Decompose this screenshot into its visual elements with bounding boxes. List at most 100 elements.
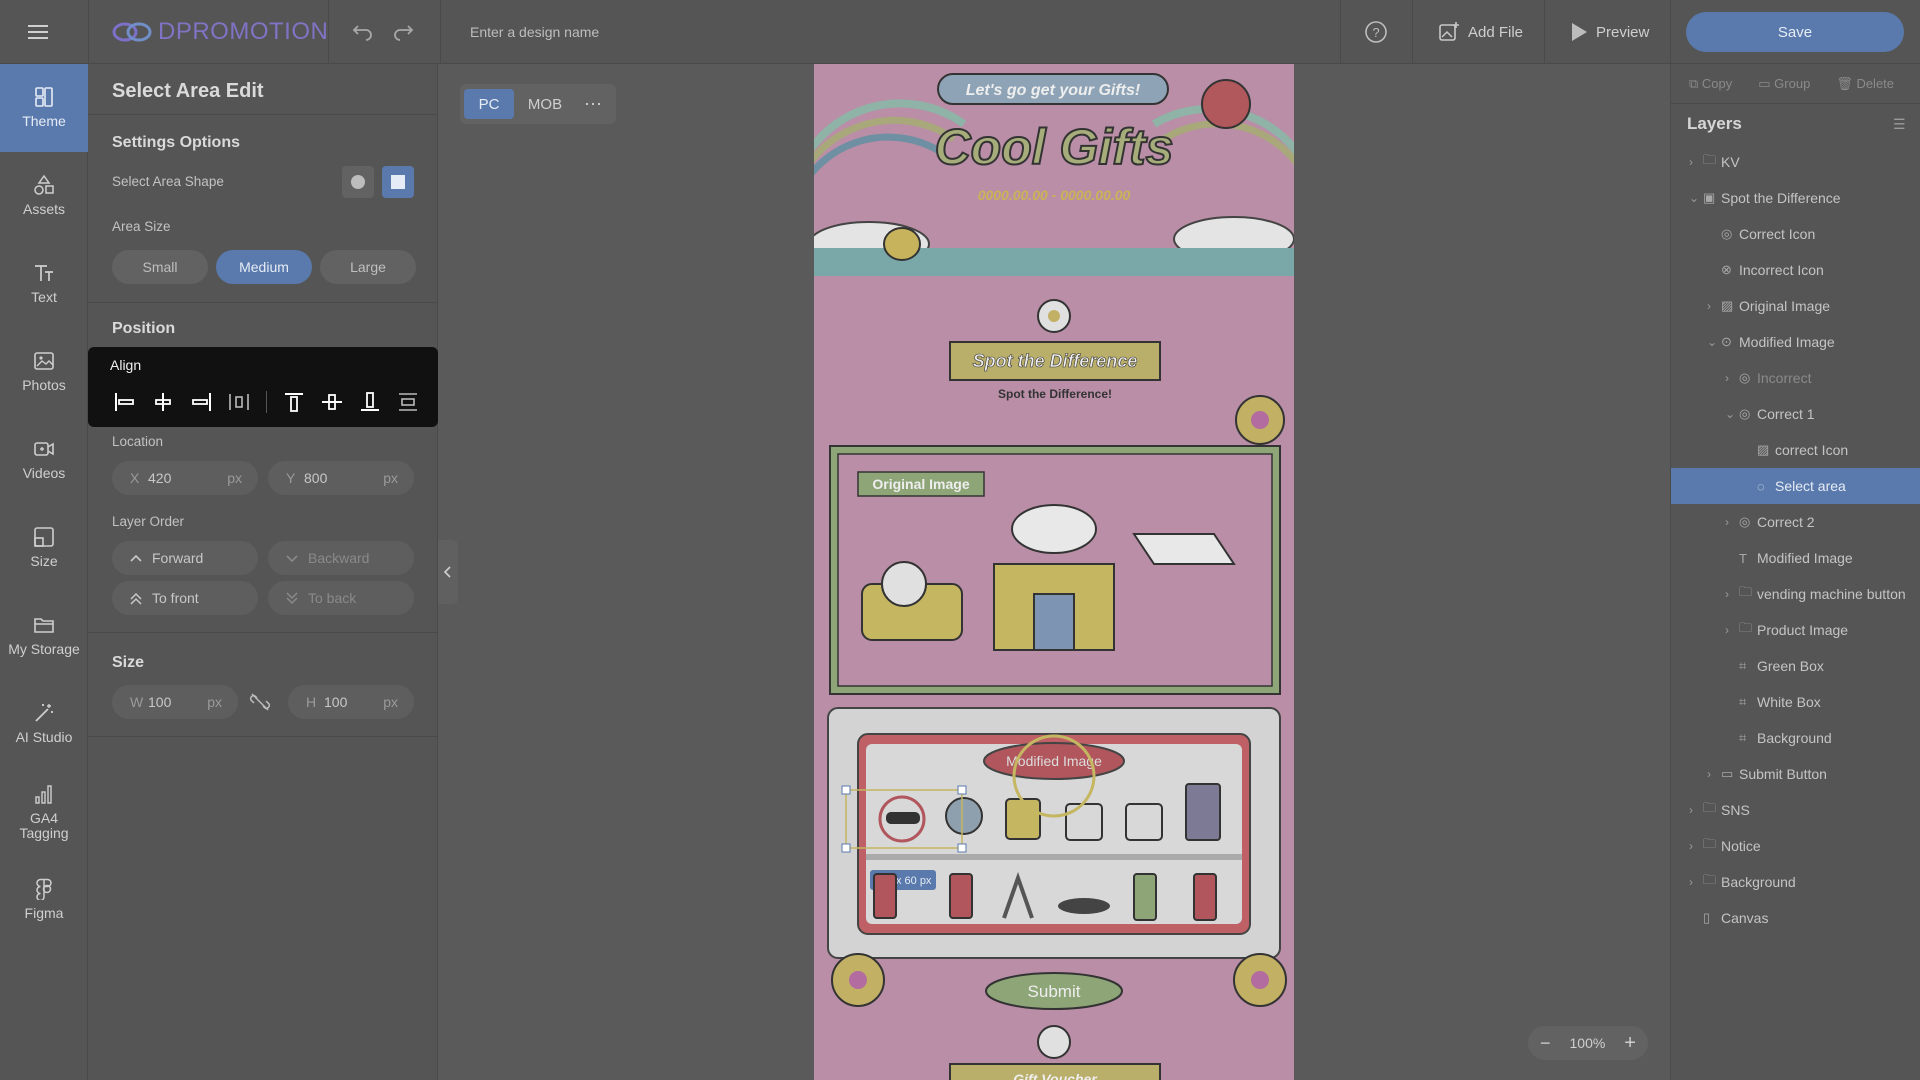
layer-item[interactable]: ⊗ Incorrect Icon (1671, 252, 1920, 288)
layer-item[interactable]: ⌄ ◎ Correct 1 (1671, 396, 1920, 432)
menu-icon[interactable] (28, 0, 60, 64)
layer-item[interactable]: ◎ Correct Icon (1671, 216, 1920, 252)
delete-button[interactable]: 🗑 Delete (1836, 76, 1894, 92)
play-icon (1572, 23, 1587, 41)
collapse-panel-handle[interactable] (438, 540, 458, 604)
layer-item[interactable]: › ▭ Submit Button (1671, 756, 1920, 792)
nav-label: GA4 Tagging (19, 809, 69, 841)
layer-item[interactable]: › 🗀 vending machine button (1671, 576, 1920, 612)
nav-figma[interactable]: Figma (0, 856, 88, 944)
distribute-vertical-icon[interactable] (397, 392, 419, 412)
chevron-right-icon[interactable]: › (1725, 587, 1739, 601)
size-small-button[interactable]: Small (112, 250, 208, 284)
square-shape-button[interactable] (382, 166, 414, 198)
tab-mob[interactable]: MOB (520, 89, 570, 119)
width-field[interactable]: W 100 px (112, 685, 238, 719)
assets-icon (34, 175, 54, 196)
layer-item[interactable]: T Modified Image (1671, 540, 1920, 576)
layer-item[interactable]: › 🗀 Notice (1671, 828, 1920, 864)
chevron-right-icon[interactable]: › (1725, 623, 1739, 637)
to-back-label: To back (308, 590, 357, 606)
layer-item[interactable]: › 🗀 Background (1671, 864, 1920, 900)
design-name-input[interactable]: Enter a design name (470, 0, 599, 64)
save-button[interactable]: Save (1686, 12, 1904, 52)
backward-button[interactable]: Backward (268, 541, 414, 575)
layer-item[interactable]: › 🗀 KV (1671, 144, 1920, 180)
to-front-button[interactable]: To front (112, 581, 258, 615)
zoom-out-icon[interactable]: − (1540, 1033, 1551, 1054)
align-left-icon[interactable] (114, 392, 136, 412)
chevron-right-icon[interactable]: › (1689, 155, 1703, 169)
preview-button[interactable]: Preview (1570, 0, 1649, 64)
x-field[interactable]: X 420 px (112, 461, 258, 495)
align-right-icon[interactable] (190, 392, 212, 412)
copy-button[interactable]: ⧉ Copy (1689, 76, 1732, 92)
group-button[interactable]: ▭ Group (1758, 76, 1810, 92)
help-icon[interactable]: ? (1364, 0, 1388, 64)
layer-item[interactable]: › 🗀 Product Image (1671, 612, 1920, 648)
to-back-button[interactable]: To back (268, 581, 414, 615)
nav-photos[interactable]: Photos (0, 328, 88, 416)
size-medium-button[interactable]: Medium (216, 250, 312, 284)
h-unit: px (383, 694, 398, 710)
chevron-down-icon[interactable]: ⌄ (1707, 335, 1721, 349)
chevron-right-icon[interactable]: › (1707, 299, 1721, 313)
nav-my-storage[interactable]: My Storage (0, 592, 88, 680)
align-top-icon[interactable] (283, 392, 305, 412)
layer-item[interactable]: ⌗ Green Box (1671, 648, 1920, 684)
layer-item[interactable]: › ▨ Original Image (1671, 288, 1920, 324)
nav-videos[interactable]: Videos (0, 416, 88, 504)
layer-item[interactable]: ⌄ ▣ Spot the Difference (1671, 180, 1920, 216)
left-nav: Theme Assets Text Photos Videos Size My … (0, 64, 88, 1080)
nav-label: Figma (24, 905, 64, 922)
forward-button[interactable]: Forward (112, 541, 258, 575)
tab-pc[interactable]: PC (464, 89, 514, 119)
height-field[interactable]: H 100 px (288, 685, 414, 719)
nav-text[interactable]: Text (0, 240, 88, 328)
layer-item[interactable]: ⌗ White Box (1671, 684, 1920, 720)
chevron-right-icon[interactable]: › (1689, 803, 1703, 817)
nav-ga4-tagging[interactable]: GA4 Tagging (0, 768, 88, 856)
layer-item[interactable]: › ◎ Incorrect (1671, 360, 1920, 396)
chevron-right-icon[interactable]: › (1725, 371, 1739, 385)
nav-ai-studio[interactable]: AI Studio (0, 680, 88, 768)
chevron-right-icon[interactable]: › (1707, 767, 1721, 781)
nav-size[interactable]: Size (0, 504, 88, 592)
layer-item[interactable]: ⌗ Background (1671, 720, 1920, 756)
unlink-ratio-icon[interactable] (248, 690, 272, 714)
layer-item[interactable]: › 🗀 SNS (1671, 792, 1920, 828)
distribute-horizontal-icon[interactable] (228, 392, 250, 412)
chevron-down-icon[interactable]: ⌄ (1725, 407, 1739, 421)
align-bottom-icon[interactable] (359, 392, 381, 412)
align-middle-icon[interactable] (321, 392, 343, 412)
layer-item[interactable]: ⌄ ⊙ Modified Image (1671, 324, 1920, 360)
zoom-in-icon[interactable]: + (1624, 1032, 1636, 1055)
y-field[interactable]: Y 800 px (268, 461, 414, 495)
h-key: H (306, 694, 317, 710)
location-label: Location (112, 434, 164, 449)
copy-label: Copy (1701, 75, 1733, 91)
align-center-horizontal-icon[interactable] (152, 392, 174, 412)
layer-label: Canvas (1721, 910, 1769, 926)
layer-item[interactable]: ▯ Canvas (1671, 900, 1920, 936)
circle-shape-button[interactable] (342, 166, 374, 198)
more-options-icon[interactable]: ⋯ (578, 89, 608, 119)
collapse-layers-icon[interactable]: ☰ (1893, 116, 1906, 133)
design-canvas[interactable]: Let's go get your Gifts! Cool Gifts 0000… (814, 64, 1294, 1080)
chevron-right-icon[interactable]: › (1689, 875, 1703, 889)
undo-icon[interactable] (352, 0, 374, 64)
chevron-down-icon[interactable]: ⌄ (1689, 191, 1703, 205)
text-icon (35, 265, 53, 282)
nav-theme[interactable]: Theme (0, 64, 88, 152)
canvas-artwork: Let's go get your Gifts! Cool Gifts 0000… (814, 64, 1294, 1080)
layer-label: Correct 1 (1757, 406, 1815, 422)
nav-assets[interactable]: Assets (0, 152, 88, 240)
chevron-right-icon[interactable]: › (1689, 839, 1703, 853)
redo-icon[interactable] (392, 0, 414, 64)
chevron-right-icon[interactable]: › (1725, 515, 1739, 529)
layer-item[interactable]: ◌ Select area (1671, 468, 1920, 504)
layer-item[interactable]: ▨ correct Icon (1671, 432, 1920, 468)
size-large-button[interactable]: Large (320, 250, 416, 284)
layer-item[interactable]: › ◎ Correct 2 (1671, 504, 1920, 540)
add-file-button[interactable]: Add File (1438, 0, 1523, 64)
